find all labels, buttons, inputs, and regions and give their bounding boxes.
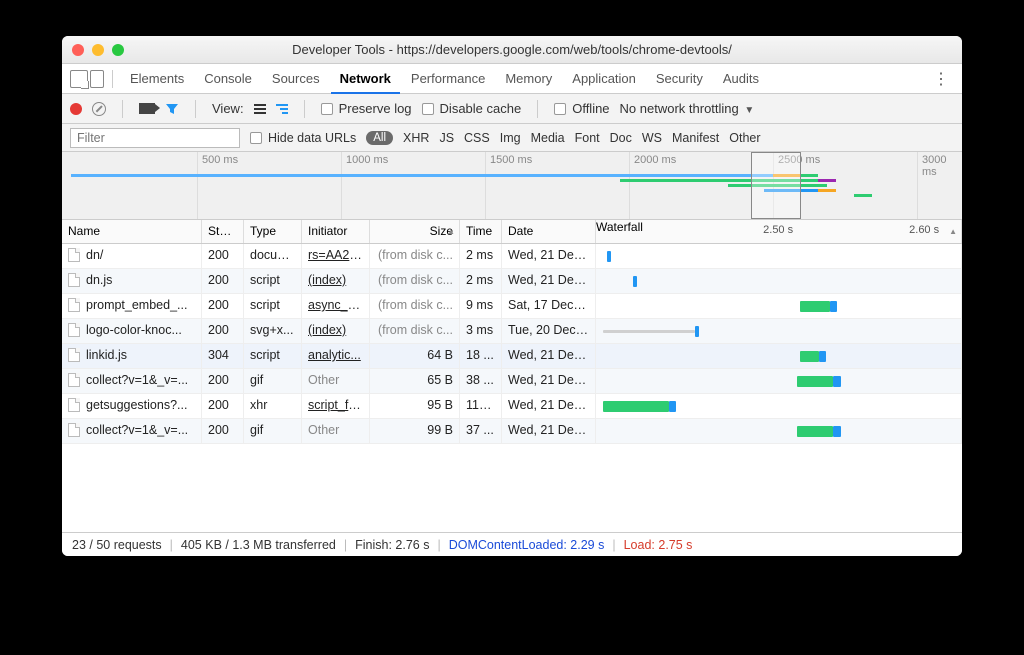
clear-button[interactable] (92, 102, 106, 116)
tab-elements[interactable]: Elements (121, 64, 193, 94)
waterfall-cell (596, 294, 962, 318)
zoom-window-button[interactable] (112, 44, 124, 56)
table-row[interactable]: collect?v=1&_v=...200gifOther99 B37 ...W… (62, 419, 962, 444)
toggle-device-icon[interactable] (90, 70, 104, 88)
hide-data-urls-checkbox[interactable]: Hide data URLs (250, 131, 356, 145)
waterfall-cell (596, 269, 962, 293)
table-row[interactable]: getsuggestions?...200xhrscript_fo...95 B… (62, 394, 962, 419)
filter-type-font[interactable]: Font (575, 131, 600, 145)
tab-audits[interactable]: Audits (714, 64, 768, 94)
waterfall-cell (596, 419, 962, 443)
requests-table: Name Stat... Type Initiator Size Time Da… (62, 220, 962, 532)
status-bar: 23 / 50 requests| 405 KB / 1.3 MB transf… (62, 532, 962, 556)
inspect-element-icon[interactable] (70, 70, 88, 88)
panel-tabs: ElementsConsoleSourcesNetworkPerformance… (62, 64, 962, 94)
table-row[interactable]: dn.js200script(index)(from disk c...2 ms… (62, 269, 962, 294)
divider (537, 100, 538, 118)
table-row[interactable]: dn/200docum...rs=AA2Y...(from disk c...2… (62, 244, 962, 269)
filter-type-manifest[interactable]: Manifest (672, 131, 719, 145)
waterfall-cell (596, 394, 962, 418)
file-icon (68, 298, 80, 312)
chevron-down-icon: ▼ (744, 105, 754, 116)
status-requests: 23 / 50 requests (72, 538, 162, 552)
waterfall-view-icon[interactable] (276, 104, 288, 114)
col-initiator[interactable]: Initiator (302, 220, 370, 243)
table-row[interactable]: logo-color-knoc...200svg+x...(index)(fro… (62, 319, 962, 344)
filter-type-js[interactable]: JS (439, 131, 454, 145)
waterfall-cell (596, 244, 962, 268)
filter-all-pill[interactable]: All (366, 131, 393, 145)
large-rows-icon[interactable] (254, 104, 266, 114)
table-row[interactable]: linkid.js304scriptanalytic...64 B18 ...W… (62, 344, 962, 369)
filter-type-ws[interactable]: WS (642, 131, 662, 145)
divider (122, 100, 123, 118)
close-window-button[interactable] (72, 44, 84, 56)
filter-type-css[interactable]: CSS (464, 131, 490, 145)
record-button[interactable] (70, 103, 82, 115)
tab-console[interactable]: Console (195, 64, 261, 94)
status-transferred: 405 KB / 1.3 MB transferred (181, 538, 336, 552)
preserve-log-checkbox[interactable]: Preserve log (321, 101, 412, 116)
screenshots-icon[interactable] (139, 103, 155, 114)
tab-sources[interactable]: Sources (263, 64, 329, 94)
file-icon (68, 248, 80, 262)
devtools-window: Developer Tools - https://developers.goo… (62, 36, 962, 556)
titlebar: Developer Tools - https://developers.goo… (62, 36, 962, 64)
file-icon (68, 398, 80, 412)
col-type[interactable]: Type (244, 220, 302, 243)
filter-input[interactable] (70, 128, 240, 148)
table-row[interactable]: collect?v=1&_v=...200gifOther65 B38 ...W… (62, 369, 962, 394)
file-icon (68, 423, 80, 437)
minimize-window-button[interactable] (92, 44, 104, 56)
network-toolbar: View: Preserve log Disable cache Offline… (62, 94, 962, 124)
disable-cache-checkbox[interactable]: Disable cache (422, 101, 522, 116)
tab-application[interactable]: Application (563, 64, 645, 94)
col-size[interactable]: Size (370, 220, 460, 243)
divider (304, 100, 305, 118)
waterfall-cell (596, 344, 962, 368)
tab-network[interactable]: Network (331, 64, 400, 94)
timeline-overview[interactable]: 500 ms1000 ms1500 ms2000 ms2500 ms3000 m… (62, 152, 962, 220)
table-header: Name Stat... Type Initiator Size Time Da… (62, 220, 962, 244)
status-load: Load: 2.75 s (624, 538, 693, 552)
tab-memory[interactable]: Memory (496, 64, 561, 94)
col-date[interactable]: Date (502, 220, 596, 243)
file-icon (68, 373, 80, 387)
file-icon (68, 323, 80, 337)
throttling-select[interactable]: No network throttling ▼ (620, 101, 755, 116)
tab-security[interactable]: Security (647, 64, 712, 94)
filter-type-xhr[interactable]: XHR (403, 131, 429, 145)
filter-type-other[interactable]: Other (729, 131, 760, 145)
status-domcontentloaded: DOMContentLoaded: 2.29 s (449, 538, 605, 552)
view-label: View: (212, 101, 244, 116)
filter-type-img[interactable]: Img (500, 131, 521, 145)
status-finish: Finish: 2.76 s (355, 538, 429, 552)
filter-type-media[interactable]: Media (531, 131, 565, 145)
file-icon (68, 348, 80, 362)
divider (195, 100, 196, 118)
waterfall-cell (596, 319, 962, 343)
window-title: Developer Tools - https://developers.goo… (62, 42, 962, 57)
col-time[interactable]: Time (460, 220, 502, 243)
overview-selection[interactable] (751, 152, 801, 219)
window-controls (62, 44, 124, 56)
col-status[interactable]: Stat... (202, 220, 244, 243)
col-name[interactable]: Name (62, 220, 202, 243)
more-menu-icon[interactable]: ⋮ (927, 69, 954, 89)
waterfall-cell (596, 369, 962, 393)
table-row[interactable]: prompt_embed_...200scriptasync_s...(from… (62, 294, 962, 319)
file-icon (68, 273, 80, 287)
offline-checkbox[interactable]: Offline (554, 101, 609, 116)
divider (112, 70, 113, 88)
filter-toggle-icon[interactable] (165, 102, 179, 116)
filter-bar: Hide data URLs All XHR JS CSS Img Media Font D… (62, 124, 962, 152)
col-waterfall[interactable]: Waterfall 2.50 s 2.60 s (596, 220, 962, 243)
tab-performance[interactable]: Performance (402, 64, 494, 94)
filter-type-doc[interactable]: Doc (610, 131, 632, 145)
